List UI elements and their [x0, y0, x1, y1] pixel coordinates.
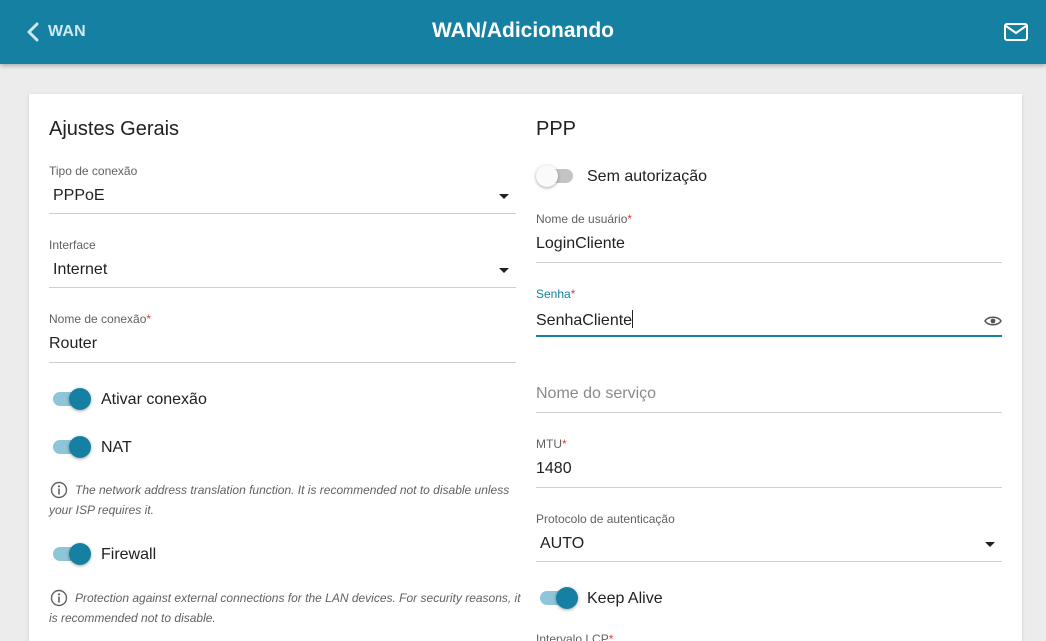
field-underline [49, 362, 516, 363]
info-icon [50, 589, 68, 607]
field-underline [536, 561, 1002, 562]
connection-name-input[interactable]: Router [49, 335, 97, 353]
mtu-input[interactable]: 1480 [536, 460, 572, 478]
firewall-note-line-2: is recommended not to disable. [49, 611, 216, 625]
chevron-down-icon [985, 542, 995, 547]
nat-note-line-1: The network address translation function… [75, 483, 510, 497]
ppp-heading: PPP [536, 118, 577, 140]
connection-type-select[interactable]: Tipo de conexão PPPoE [49, 164, 516, 214]
firewall-label: Firewall [101, 546, 157, 563]
top-bar: WAN WAN/Adicionando [0, 0, 1046, 64]
interface-label: Interface [49, 238, 96, 252]
password-label: Senha* [536, 287, 576, 301]
nat-toggle[interactable] [52, 436, 91, 458]
keep-alive-toggle[interactable] [539, 587, 578, 609]
password-field[interactable]: Senha* SenhaCliente [536, 287, 1002, 338]
service-name-input[interactable]: Nome do serviço [536, 385, 656, 403]
enable-connection-label: Ativar conexão [101, 391, 207, 408]
field-underline [536, 262, 1002, 263]
auth-protocol-label: Protocolo de autenticação [536, 512, 675, 526]
mail-icon[interactable] [1003, 21, 1029, 43]
mtu-label: MTU* [536, 437, 567, 451]
connection-type-value: PPPoE [53, 187, 105, 204]
mtu-field[interactable]: MTU* 1480 [536, 437, 1002, 488]
page-title: WAN/Adicionando [432, 19, 614, 42]
field-underline [536, 412, 1002, 413]
no-auth-toggle[interactable] [536, 165, 574, 187]
no-auth-label: Sem autorização [587, 168, 708, 185]
firewall-toggle[interactable] [52, 543, 91, 565]
password-input[interactable]: SenhaCliente [536, 310, 634, 330]
connection-name-label: Nome de conexão* [49, 312, 152, 326]
field-underline [536, 487, 1002, 488]
general-settings-heading: Ajustes Gerais [49, 118, 180, 140]
interface-value: Internet [53, 261, 108, 278]
info-icon [50, 481, 68, 499]
lcp-interval-label: Intervalo LCP* [536, 632, 614, 641]
enable-connection-toggle[interactable] [52, 388, 91, 410]
connection-name-field[interactable]: Nome de conexão* Router [49, 312, 516, 363]
field-underline [49, 213, 516, 214]
keep-alive-label: Keep Alive [587, 590, 663, 607]
firewall-note-line-1: Protection against external connections … [75, 591, 521, 605]
interface-select[interactable]: Interface Internet [49, 238, 516, 288]
settings-card: Ajustes Gerais Tipo de conexão PPPoE Int… [29, 94, 1022, 641]
field-underline [536, 335, 1002, 337]
service-name-field[interactable]: Nome do serviço [536, 374, 1002, 413]
nat-label: NAT [101, 439, 132, 456]
chevron-down-icon [499, 268, 509, 273]
connection-type-label: Tipo de conexão [49, 164, 138, 178]
username-field[interactable]: Nome de usuário* LoginCliente [536, 212, 1002, 263]
auth-protocol-value: AUTO [540, 535, 585, 552]
nat-note-line-2: your ISP requires it. [49, 503, 154, 517]
eye-icon[interactable] [984, 314, 1002, 328]
field-underline [49, 287, 516, 288]
chevron-down-icon [499, 194, 509, 199]
auth-protocol-select[interactable]: Protocolo de autenticação AUTO [536, 512, 1002, 562]
username-label: Nome de usuário* [536, 212, 633, 226]
username-input[interactable]: LoginCliente [536, 235, 625, 253]
